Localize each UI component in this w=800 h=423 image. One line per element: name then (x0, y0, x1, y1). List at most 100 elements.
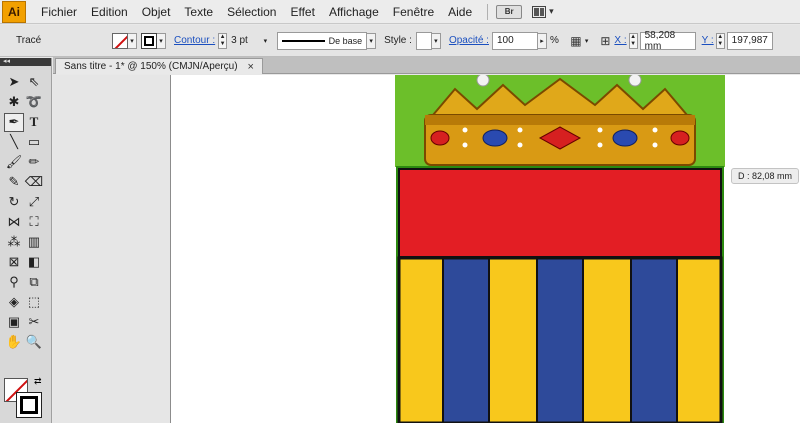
menu-fenetre[interactable]: Fenêtre (386, 5, 441, 19)
hand-tool-icon[interactable]: ✋ (4, 333, 24, 352)
illustrator-logo: Ai (2, 0, 26, 23)
blend-tool-icon[interactable]: ⧉ (24, 273, 44, 292)
reference-point-icon[interactable]: ⊞ (596, 32, 614, 50)
magic-wand-tool-icon[interactable]: ✱ (4, 93, 24, 112)
menu-affichage[interactable]: Affichage (322, 5, 386, 19)
direct-selection-tool-icon[interactable]: ⇖ (24, 73, 44, 92)
canvas[interactable] (53, 75, 800, 423)
lasso-tool-icon[interactable]: ➰ (24, 93, 44, 112)
stroke-swatch-control[interactable] (141, 32, 157, 49)
rotate-tool-icon[interactable]: ↻ (4, 193, 24, 212)
stroke-weight-value: 3 pt (231, 35, 248, 46)
recolor-artwork-icon[interactable]: ▦ (567, 32, 585, 50)
document-tab[interactable]: Sans titre - 1* @ 150% (CMJN/Aperçu) × (55, 58, 263, 74)
fill-none-swatch[interactable] (112, 32, 128, 49)
document-tab-title: Sans titre - 1* @ 150% (CMJN/Aperçu) (64, 61, 238, 72)
menu-separator (487, 3, 489, 20)
stroke-swatch[interactable] (16, 392, 42, 418)
coat-of-arms-artwork[interactable] (395, 75, 725, 423)
sapphire-right (612, 129, 638, 147)
chevron-down-icon: ▾ (549, 6, 554, 16)
menu-edition[interactable]: Edition (84, 5, 135, 19)
width-tool-icon[interactable]: ⋈ (4, 213, 24, 232)
type-tool-icon[interactable]: T (24, 113, 44, 132)
free-transform-tool-icon[interactable]: ⛶ (24, 213, 44, 232)
style-label: Style : (384, 35, 412, 46)
opacity-panel-link[interactable]: Opacité : (449, 35, 489, 46)
menu-selection[interactable]: Sélection (220, 5, 283, 19)
chevron-down-icon: ▾ (263, 37, 268, 45)
control-bar: Tracé ▾ ▾ Contour : ▲ ▼ 3 pt ▾ De base ▾ S… (0, 25, 800, 57)
chevron-down-icon[interactable]: ▾ (128, 32, 137, 49)
x-coordinate-label[interactable]: X : (614, 35, 626, 46)
bridge-button[interactable]: Br (496, 4, 523, 19)
stroke-profile-value: De base (328, 35, 363, 46)
x-coordinate-input[interactable]: 58,208 mm (639, 29, 696, 52)
pen-tool-icon[interactable]: ✒ (4, 112, 24, 132)
x-stepper[interactable]: ▲ ▼ (628, 32, 638, 49)
app-logo-text: Ai (8, 4, 20, 19)
selection-tool-icon[interactable]: ➤ (4, 73, 24, 92)
ruby-right (670, 130, 690, 146)
opacity-unit: % (549, 35, 559, 46)
chevron-down-icon[interactable]: ▾ (157, 32, 166, 49)
tools-panel-header[interactable]: ◂◂ (0, 58, 51, 66)
sapphire-left (482, 129, 508, 147)
graph-tool-icon[interactable]: ▥ (24, 233, 44, 252)
pencil-tool-icon[interactable]: ✏ (24, 153, 44, 172)
paintbrush-tool-icon[interactable]: 🖌 (4, 153, 24, 172)
close-icon[interactable]: × (248, 61, 254, 73)
menu-aide[interactable]: Aide (441, 5, 479, 19)
menu-fichier[interactable]: Fichier (34, 5, 84, 19)
stroke-profile-line (282, 39, 325, 42)
chevron-down-icon[interactable]: ▾ (367, 32, 377, 49)
menu-objet[interactable]: Objet (135, 5, 178, 19)
y-coordinate-value: 197,987 (731, 35, 768, 46)
dimension-value: D : 82,08 mm (738, 171, 793, 181)
menu-effet[interactable]: Effet (283, 5, 321, 19)
red-chief (398, 168, 722, 258)
ruby-left (430, 130, 450, 146)
slice-tool-icon[interactable]: ✂ (24, 313, 44, 332)
y-coordinate-input[interactable]: 197,987 (726, 31, 773, 50)
stroke-weight-stepper[interactable]: ▲ ▼ (218, 32, 228, 49)
pasteboard (53, 75, 171, 423)
blob-brush-tool-icon[interactable]: ✎ (4, 173, 24, 192)
stroke-profile-select[interactable]: De base (277, 31, 368, 50)
menu-bar: Ai Fichier Edition Objet Texte Sélection… (0, 0, 800, 24)
gradient-tool-icon[interactable]: ◧ (24, 253, 44, 272)
selection-type-label: Tracé (16, 35, 42, 46)
line-tool-icon[interactable]: ╲ (4, 133, 24, 152)
bridge-label: Br (504, 7, 514, 16)
tools-panel: ◂◂ ➤ ⇖ ✱ ➰ ✒ T ╲ ▭ 🖌 ✏ ✎ ⌫ ↻ ⤢ ⋈ ⛶ ⁂ ▥ ⊠ ◧ ⚲ ⧉ ◈ ⬚ ▣… (0, 58, 52, 423)
stroke-weight-field[interactable]: 3 pt ▾ (227, 32, 271, 50)
pales (397, 256, 723, 423)
eraser-tool-icon[interactable]: ⌫ (24, 173, 44, 192)
stroke-panel-link[interactable]: Contour : (174, 35, 215, 46)
chevron-right-icon[interactable]: ▸ (537, 32, 547, 49)
opacity-input[interactable]: 100 (491, 31, 538, 50)
chevron-down-icon[interactable]: ▾ (431, 32, 441, 49)
graphic-style-swatch[interactable] (415, 31, 432, 50)
fill-stroke-well: ⇄ (4, 376, 48, 420)
y-coordinate-label[interactable]: Y : (702, 35, 714, 46)
arrange-documents-button[interactable]: ▾ (532, 5, 554, 18)
rectangle-tool-icon[interactable]: ▭ (24, 133, 44, 152)
x-coordinate-value: 58,208 mm (644, 29, 676, 52)
mesh-tool-icon[interactable]: ⊠ (4, 253, 24, 272)
artboard-tool-icon[interactable]: ▣ (4, 313, 24, 332)
arrange-documents-icon (532, 5, 547, 18)
live-paint-bucket-tool-icon[interactable]: ◈ (4, 293, 24, 312)
chevron-down-icon[interactable]: ▾ (585, 37, 589, 45)
dimension-tooltip: D : 82,08 mm (731, 168, 800, 184)
swap-fill-stroke-icon[interactable]: ⇄ (34, 376, 42, 387)
live-paint-selection-tool-icon[interactable]: ⬚ (24, 293, 44, 312)
menu-texte[interactable]: Texte (177, 5, 220, 19)
y-stepper[interactable]: ▲ ▼ (715, 32, 725, 49)
zoom-tool-icon[interactable]: 🔍 (24, 333, 44, 352)
opacity-value: 100 (496, 35, 514, 46)
symbol-sprayer-tool-icon[interactable]: ⁂ (4, 233, 24, 252)
scale-tool-icon[interactable]: ⤢ (24, 193, 44, 212)
eyedropper-tool-icon[interactable]: ⚲ (4, 273, 24, 292)
document-tab-bar: Sans titre - 1* @ 150% (CMJN/Aperçu) × (53, 57, 800, 74)
